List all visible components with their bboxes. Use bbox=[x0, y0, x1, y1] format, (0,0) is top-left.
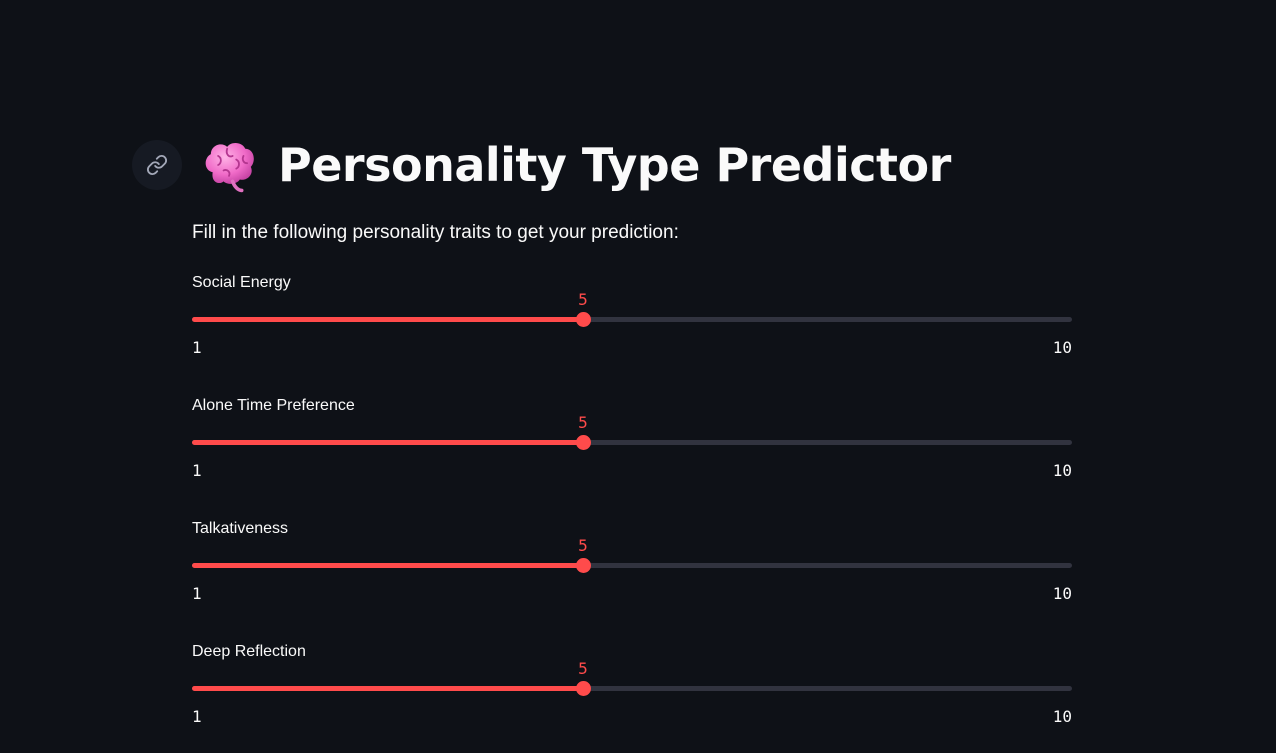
slider-talkativeness: Talkativeness 5 1 10 bbox=[192, 520, 1072, 620]
slider-social-energy: Social Energy 5 1 10 bbox=[192, 274, 1072, 374]
slider-fill bbox=[192, 563, 583, 568]
slider-max-label: 10 bbox=[1052, 338, 1072, 357]
slider-track[interactable] bbox=[192, 686, 1072, 691]
slider-thumb[interactable] bbox=[576, 435, 591, 450]
slider-max-label: 10 bbox=[1052, 584, 1072, 603]
slider-label: Deep Reflection bbox=[192, 643, 306, 660]
page-title: Personality Type Predictor bbox=[278, 138, 951, 192]
slider-label: Alone Time Preference bbox=[192, 397, 355, 414]
slider-min-label: 1 bbox=[192, 338, 202, 357]
slider-track[interactable] bbox=[192, 563, 1072, 568]
slider-alone-time-preference: Alone Time Preference 5 1 10 bbox=[192, 397, 1072, 497]
slider-value: 5 bbox=[578, 536, 588, 555]
slider-value: 5 bbox=[578, 413, 588, 432]
link-icon bbox=[146, 154, 168, 176]
slider-thumb[interactable] bbox=[576, 558, 591, 573]
slider-min-label: 1 bbox=[192, 461, 202, 480]
intro-text: Fill in the following personality traits… bbox=[192, 222, 679, 243]
slider-track[interactable] bbox=[192, 440, 1072, 445]
page-header: Personality Type Predictor bbox=[200, 132, 951, 198]
header-anchor-link-button[interactable] bbox=[132, 140, 182, 190]
slider-label: Social Energy bbox=[192, 274, 291, 291]
slider-fill bbox=[192, 440, 583, 445]
slider-label: Talkativeness bbox=[192, 520, 289, 537]
slider-value: 5 bbox=[578, 290, 588, 309]
slider-thumb[interactable] bbox=[576, 681, 591, 696]
slider-deep-reflection: Deep Reflection 5 1 10 bbox=[192, 643, 1072, 743]
slider-fill bbox=[192, 317, 583, 322]
slider-min-label: 1 bbox=[192, 707, 202, 726]
slider-value: 5 bbox=[578, 659, 588, 678]
slider-fill bbox=[192, 686, 583, 691]
slider-min-label: 1 bbox=[192, 584, 202, 603]
slider-max-label: 10 bbox=[1052, 707, 1072, 726]
slider-track[interactable] bbox=[192, 317, 1072, 322]
slider-thumb[interactable] bbox=[576, 312, 591, 327]
slider-max-label: 10 bbox=[1052, 461, 1072, 480]
brain-icon bbox=[205, 142, 254, 193]
app-page: Personality Type Predictor Fill in the f… bbox=[0, 0, 1276, 753]
